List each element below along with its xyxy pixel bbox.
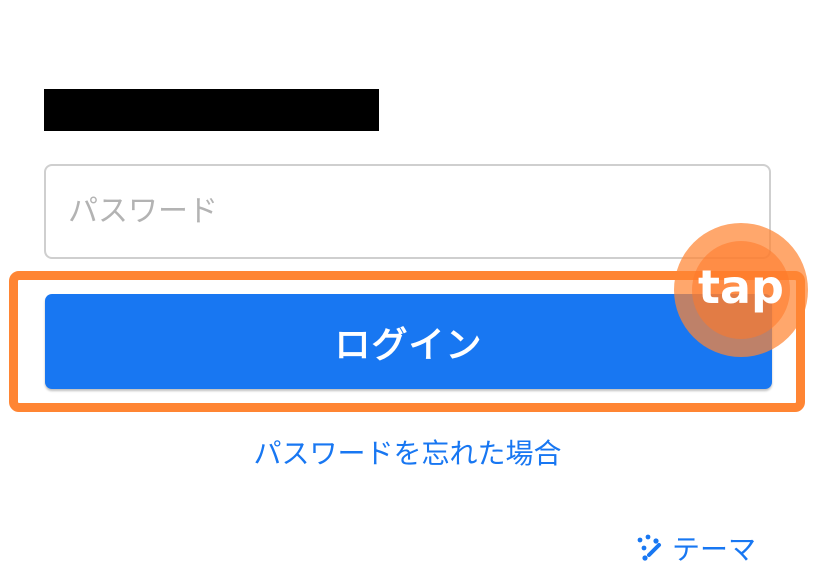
tap-label: tap <box>698 260 784 314</box>
login-screen: ログイン tap パスワードを忘れた場合 テーマ <box>0 0 815 588</box>
tap-indicator: tap <box>674 223 808 357</box>
redacted-username <box>44 89 379 131</box>
login-button[interactable]: ログイン <box>45 294 772 389</box>
password-input[interactable] <box>44 164 771 259</box>
forgot-password-link[interactable]: パスワードを忘れた場合 <box>0 432 815 472</box>
theme-button[interactable]: テーマ <box>632 528 756 568</box>
theme-label: テーマ <box>672 533 757 566</box>
sparkle-dots-icon <box>637 534 661 561</box>
